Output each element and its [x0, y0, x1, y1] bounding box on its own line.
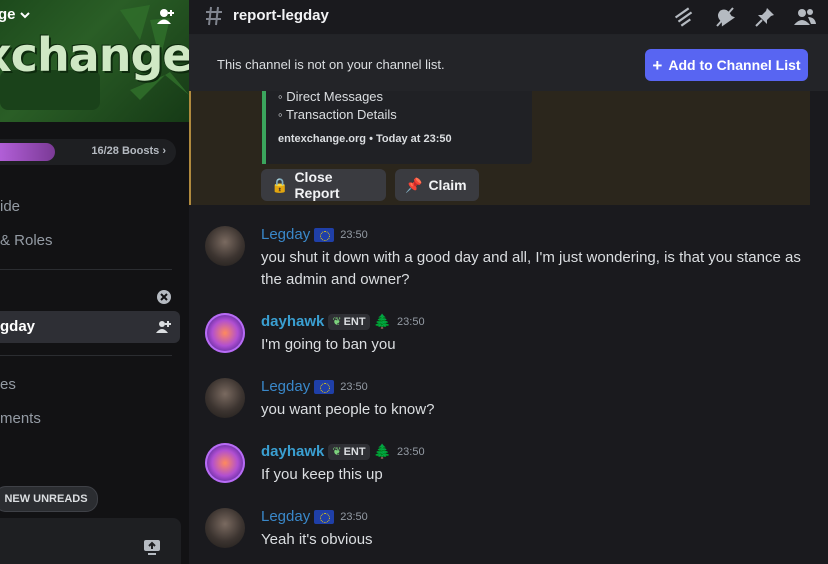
hashtag-icon — [205, 6, 223, 26]
embed-list-item: ◦ Direct Messages — [278, 89, 383, 104]
highlighted-message: ◦ Direct Messages ◦ Transaction Details … — [189, 91, 810, 205]
server-tag[interactable]: ❦ENT — [328, 444, 369, 460]
server-name: ge — [0, 6, 16, 23]
timestamp: 23:50 — [397, 316, 425, 328]
message-text: Yeah it's obvious — [261, 529, 801, 551]
leaf-icon: ❦ — [332, 445, 341, 458]
mute-icon[interactable] — [714, 6, 736, 28]
channel-title: report-legday — [233, 7, 329, 24]
message-text: you want people to know? — [261, 399, 801, 421]
server-tag[interactable]: ❦ENT — [328, 314, 369, 330]
nav-item-guide[interactable]: ide — [0, 198, 20, 215]
tree-badge-icon: 🌲 — [374, 443, 391, 460]
channel-list-notice: This channel is not on your channel list… — [189, 35, 828, 91]
avatar[interactable] — [205, 313, 245, 353]
boost-progress-fill — [0, 143, 55, 161]
boost-count: 16/28 Boosts › — [91, 145, 166, 157]
server-name-button[interactable]: ge — [0, 6, 32, 23]
close-report-label: Close Report — [294, 169, 376, 201]
claim-button[interactable]: 📌 Claim — [395, 169, 479, 201]
channel-item-es[interactable]: es — [0, 376, 16, 393]
eu-flag-icon — [314, 228, 334, 242]
pin-icon[interactable] — [754, 6, 776, 28]
timestamp: 23:50 — [340, 229, 368, 241]
embed-list-item: ◦ Transaction Details — [278, 107, 397, 122]
divider — [0, 269, 172, 270]
server-sidebar: xchange ge 16/28 Boosts › ide & Roles gd… — [0, 0, 189, 564]
embed-footer: entexchange.org • Today at 23:50 — [278, 133, 452, 145]
username[interactable]: Legday — [261, 378, 310, 395]
close-icon[interactable] — [156, 289, 172, 305]
message-header: dayhawk ❦ENT 🌲 23:50 — [261, 313, 425, 330]
message-text: you shut it down with a good day and all… — [261, 247, 801, 291]
channel-header: report-legday — [189, 0, 828, 35]
nav-item-roles[interactable]: & Roles — [0, 232, 53, 249]
avatar[interactable] — [205, 508, 245, 548]
message-header: Legday 23:50 — [261, 378, 368, 395]
message-header: Legday 23:50 — [261, 226, 368, 243]
message-text: If you keep this up — [261, 464, 801, 486]
banner-logo-text: xchange — [0, 28, 189, 82]
invite-people-icon[interactable] — [156, 7, 176, 32]
username[interactable]: Legday — [261, 226, 310, 243]
timestamp: 23:50 — [340, 511, 368, 523]
timestamp: 23:50 — [340, 381, 368, 393]
username[interactable]: dayhawk — [261, 313, 324, 330]
channel-item-legday[interactable]: gday — [0, 311, 180, 343]
close-report-button[interactable]: 🔒 Close Report — [261, 169, 386, 201]
username[interactable]: Legday — [261, 508, 310, 525]
channel-item-ments[interactable]: ments — [0, 410, 41, 427]
boost-progress-bar[interactable]: 16/28 Boosts › — [0, 139, 176, 165]
divider — [0, 355, 172, 356]
chevron-down-icon — [18, 8, 32, 22]
notice-text: This channel is not on your channel list… — [217, 57, 445, 72]
avatar[interactable] — [205, 226, 245, 266]
pushpin-icon: 📌 — [405, 177, 422, 194]
members-icon[interactable] — [793, 6, 817, 28]
threads-icon[interactable] — [674, 6, 696, 28]
leaf-icon: ❦ — [332, 315, 341, 328]
lock-icon: 🔒 — [271, 177, 288, 194]
message-header: Legday 23:50 — [261, 508, 368, 525]
avatar[interactable] — [205, 378, 245, 418]
eu-flag-icon — [314, 380, 334, 394]
avatar[interactable] — [205, 443, 245, 483]
message-text: I'm going to ban you — [261, 334, 801, 356]
timestamp: 23:50 — [397, 446, 425, 458]
add-button-label: Add to Channel List — [668, 57, 800, 73]
channel-item-label: gday — [0, 318, 35, 335]
claim-label: Claim — [428, 177, 466, 193]
user-panel — [0, 518, 181, 564]
eu-flag-icon — [314, 510, 334, 524]
tree-badge-icon: 🌲 — [374, 313, 391, 330]
embed-card: ◦ Direct Messages ◦ Transaction Details … — [262, 91, 532, 164]
message-header: dayhawk ❦ENT 🌲 23:50 — [261, 443, 425, 460]
screen-share-icon[interactable] — [143, 538, 161, 556]
new-unreads-button[interactable]: NEW UNREADS — [0, 486, 98, 512]
add-to-channel-list-button[interactable]: + Add to Channel List — [645, 49, 808, 81]
plus-icon: + — [652, 57, 662, 74]
username[interactable]: dayhawk — [261, 443, 324, 460]
add-member-icon[interactable] — [156, 319, 172, 335]
